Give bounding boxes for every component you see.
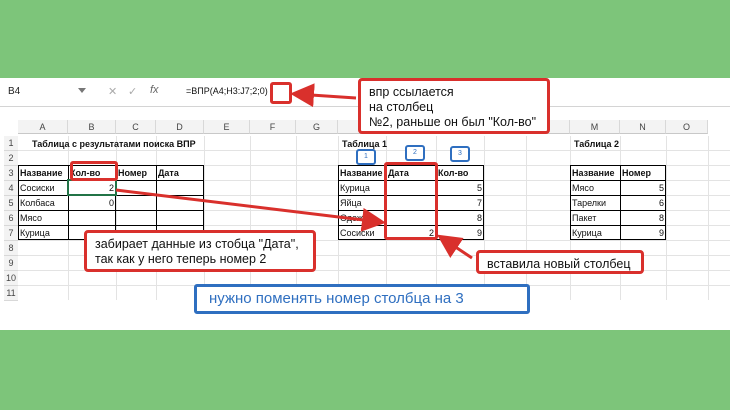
left-cell-A4[interactable]: Сосиски xyxy=(18,181,68,195)
column-number-marker-1: 1 xyxy=(356,149,376,165)
table1-cell-qty-1[interactable]: 5 xyxy=(436,181,484,195)
middle-callout-line-2: так как у него теперь номер 2 xyxy=(95,252,267,266)
top-callout: впр ссылается на столбец №2, раньше он б… xyxy=(358,78,550,134)
table1-cell-name-4[interactable]: Сосиски xyxy=(338,226,386,240)
top-callout-line-1: впр ссылается xyxy=(369,85,454,99)
qty-header-highlight xyxy=(70,161,118,181)
date-column-highlight xyxy=(384,162,438,240)
gridline xyxy=(708,136,709,300)
table2-header-number[interactable]: Номер xyxy=(620,166,666,180)
row-header-2[interactable]: 2 xyxy=(4,151,18,166)
table2-cell-number-1[interactable]: 5 xyxy=(620,181,666,195)
column-header-D[interactable]: D xyxy=(156,120,204,134)
column-header-F[interactable]: F xyxy=(250,120,296,134)
table2-title: Таблица 2 xyxy=(574,139,620,149)
fx-icon[interactable]: fx xyxy=(150,84,159,96)
table1-cell-qty-2[interactable]: 7 xyxy=(436,196,484,210)
top-callout-line-2: на столбец xyxy=(369,100,434,114)
row-header-5[interactable]: 5 xyxy=(4,196,18,211)
gridline xyxy=(526,136,527,300)
column-header-M[interactable]: M xyxy=(570,120,620,134)
row-header-7[interactable]: 7 xyxy=(4,226,18,241)
left-table-title: Таблица с результатами поиска ВПР xyxy=(32,139,196,149)
row-header-11[interactable]: 11 xyxy=(4,286,18,301)
column-header-N[interactable]: N xyxy=(620,120,666,134)
table2-cell-name-3[interactable]: Пакет xyxy=(570,211,620,225)
selected-cell-B4[interactable] xyxy=(67,179,117,196)
left-cell-B5[interactable]: 0 xyxy=(68,196,116,210)
left-cell-A5[interactable]: Колбаса xyxy=(18,196,68,210)
table1-cell-qty-3[interactable]: 8 xyxy=(436,211,484,225)
gridline xyxy=(250,136,251,300)
gridline xyxy=(484,136,485,300)
column-header-G[interactable]: G xyxy=(296,120,338,134)
table2-cell-name-4[interactable]: Курица xyxy=(570,226,620,240)
table2-cell-number-3[interactable]: 8 xyxy=(620,211,666,225)
column-header-A[interactable]: A xyxy=(18,120,68,134)
row-header-8[interactable]: 8 xyxy=(4,241,18,256)
cancel-icon[interactable]: ✕ xyxy=(108,85,117,98)
gridline xyxy=(296,136,297,300)
top-callout-line-3: №2, раньше он был "Кол-во" xyxy=(369,115,537,129)
table1-cell-qty-4[interactable]: 9 xyxy=(436,226,484,240)
left-header-number[interactable]: Номер xyxy=(116,166,156,180)
gridline xyxy=(666,136,667,300)
right-callout: вставила новый столбец xyxy=(476,250,644,274)
middle-callout-line-1: забирает данные из стобца "Дата", xyxy=(95,237,299,251)
name-box[interactable]: B4 xyxy=(4,84,88,100)
column-header-E[interactable]: E xyxy=(204,120,250,134)
column-header-B[interactable]: B xyxy=(68,120,116,134)
table2-cell-name-1[interactable]: Мясо xyxy=(570,181,620,195)
left-header-date[interactable]: Дата xyxy=(156,166,204,180)
formula-column-index-highlight xyxy=(270,82,292,104)
table1-cell-name-1[interactable]: Курица xyxy=(338,181,386,195)
row-header-9[interactable]: 9 xyxy=(4,256,18,271)
table2-cell-number-2[interactable]: 6 xyxy=(620,196,666,210)
table2-header-name[interactable]: Название xyxy=(570,166,620,180)
gridline xyxy=(204,136,205,300)
bottom-callout: нужно поменять номер столбца на 3 xyxy=(194,284,530,314)
row-header-3[interactable]: 3 xyxy=(4,166,18,181)
left-cell-A6[interactable]: Мясо xyxy=(18,211,68,225)
table2-cell-name-2[interactable]: Тарелки xyxy=(570,196,620,210)
row-header-4[interactable]: 4 xyxy=(4,181,18,196)
row-header-1[interactable]: 1 xyxy=(4,136,18,151)
table1-cell-name-2[interactable]: Яйца xyxy=(338,196,386,210)
table1-cell-name-3[interactable]: Одежда xyxy=(338,211,386,225)
left-cell-A7[interactable]: Курица xyxy=(18,226,68,240)
column-header-C[interactable]: C xyxy=(116,120,156,134)
formula-input[interactable]: =ВПР(A4;H3:J7;2;0) xyxy=(186,86,268,96)
column-header-O[interactable]: O xyxy=(666,120,708,134)
table1-header-qty[interactable]: Кол-во xyxy=(436,166,484,180)
chevron-down-icon[interactable] xyxy=(78,88,86,93)
left-header-name[interactable]: Название xyxy=(18,166,68,180)
table1-header-name[interactable]: Название xyxy=(338,166,386,180)
row-header-6[interactable]: 6 xyxy=(4,211,18,226)
table2-cell-number-4[interactable]: 9 xyxy=(620,226,666,240)
confirm-icon[interactable]: ✓ xyxy=(128,85,137,98)
column-number-marker-3: 3 xyxy=(450,146,470,162)
column-number-marker-2: 2 xyxy=(405,145,425,161)
middle-callout: забирает данные из стобца "Дата", так ка… xyxy=(84,230,316,272)
row-header-10[interactable]: 10 xyxy=(4,271,18,286)
